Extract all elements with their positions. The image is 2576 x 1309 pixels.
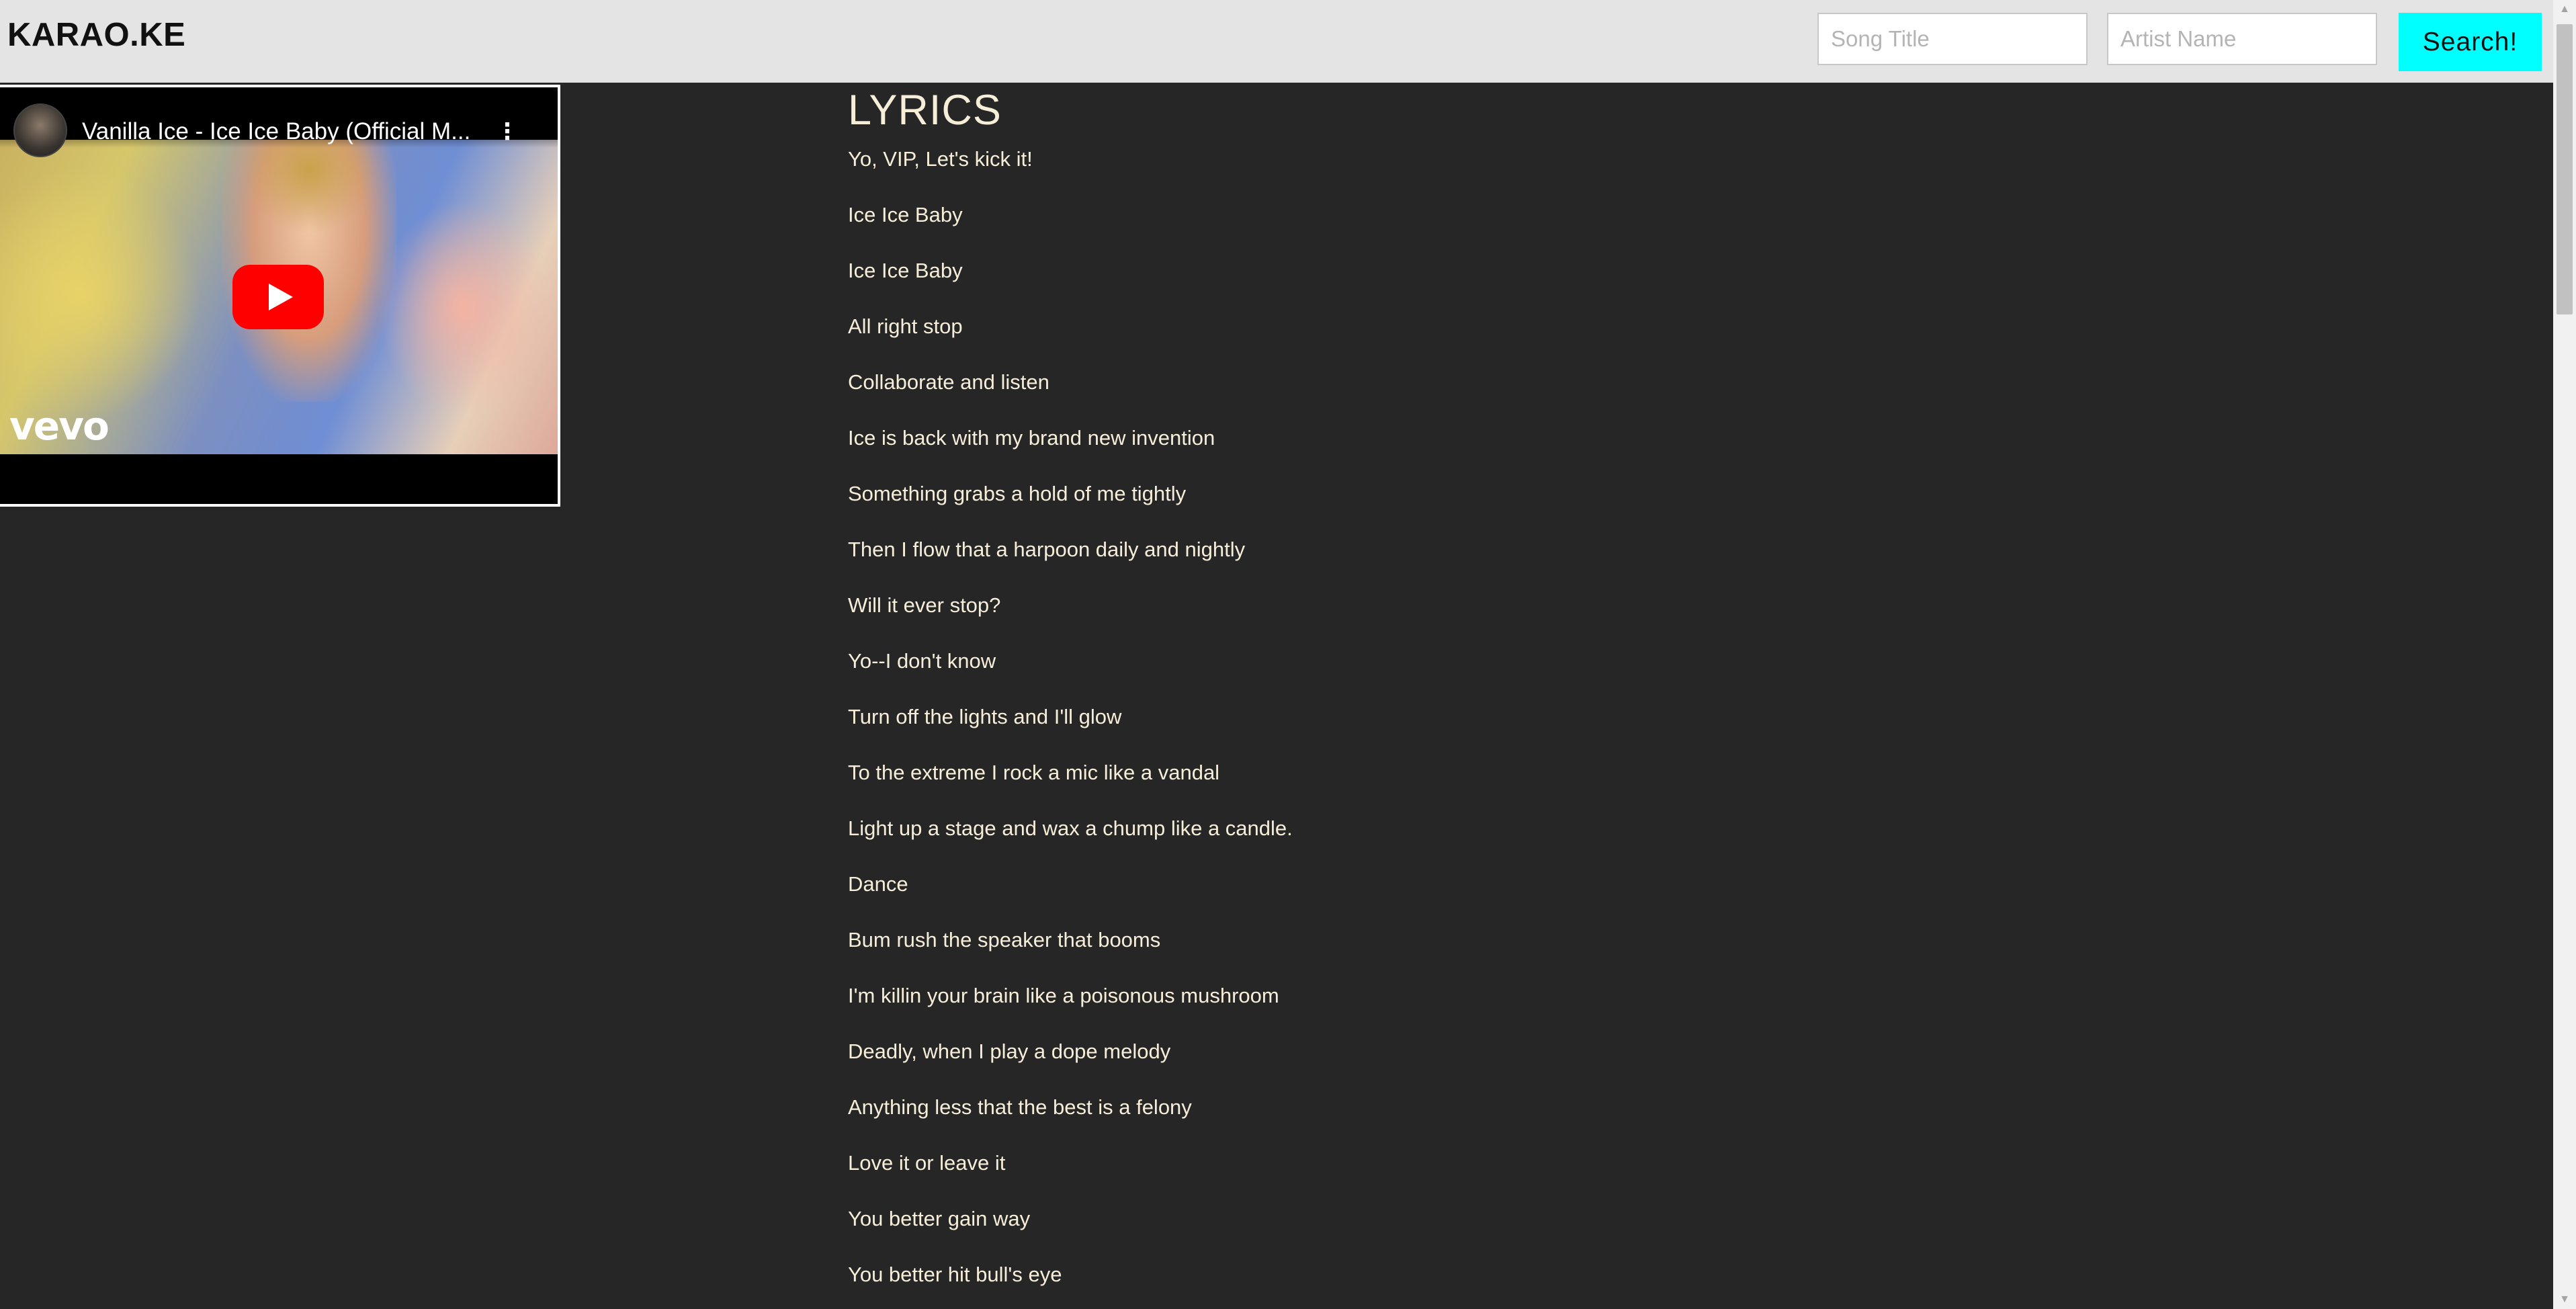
- lyric-line: I'm killin your brain like a poisonous m…: [848, 984, 1279, 1007]
- youtube-player[interactable]: Vanilla Ice - Ice Ice Baby (Official M..…: [0, 85, 560, 507]
- lyric-line: Light up a stage and wax a chump like a …: [848, 816, 1293, 840]
- lyric-line: Love it or leave it: [848, 1151, 1006, 1175]
- lyric-line: You better hit bull's eye: [848, 1263, 1062, 1286]
- lyrics-heading: LYRICS: [848, 87, 1002, 134]
- page-scrollbar[interactable]: ▲ ▼: [2553, 0, 2576, 1309]
- site-logo[interactable]: KARAO.KE: [7, 16, 185, 54]
- lyric-line: Ice Ice Baby: [848, 259, 963, 282]
- lyric-line: Will it ever stop?: [848, 593, 1001, 617]
- artist-name-input[interactable]: [2107, 13, 2377, 65]
- scroll-up-arrow-icon[interactable]: ▲: [2553, 0, 2576, 19]
- lyric-line: Anything less that the best is a felony: [848, 1095, 1192, 1119]
- lyric-line: Bum rush the speaker that booms: [848, 928, 1161, 952]
- channel-avatar[interactable]: [13, 103, 67, 157]
- lyric-line: Ice is back with my brand new invention: [848, 426, 1215, 450]
- page: KARAO.KE Search! Vanilla Ice - Ice Ice B…: [0, 0, 2576, 1309]
- song-title-input[interactable]: [1817, 13, 2088, 65]
- top-bar: KARAO.KE Search!: [0, 0, 2553, 83]
- search-button[interactable]: Search!: [2399, 13, 2542, 71]
- lyric-line: Then I flow that a harpoon daily and nig…: [848, 538, 1246, 561]
- lyric-line: Deadly, when I play a dope melody: [848, 1040, 1171, 1063]
- lyric-line: Collaborate and listen: [848, 370, 1049, 394]
- vevo-logo: vevo: [9, 403, 110, 449]
- lyric-line: Yo, VIP, Let's kick it!: [848, 147, 1033, 171]
- lyric-line: You better gain way: [848, 1207, 1031, 1230]
- scroll-down-arrow-icon[interactable]: ▼: [2553, 1290, 2576, 1309]
- lyric-line: Dance: [848, 872, 908, 896]
- lyrics-section: LYRICS Yo, VIP, Let's kick it! Ice Ice Ba…: [848, 82, 1293, 1309]
- lyric-line: To the extreme I rock a mic like a vanda…: [848, 761, 1220, 784]
- lyric-line: Ice Ice Baby: [848, 203, 963, 226]
- youtube-play-icon[interactable]: [232, 265, 324, 333]
- lyric-line: Something grabs a hold of me tightly: [848, 482, 1187, 505]
- scrollbar-thumb[interactable]: [2557, 24, 2573, 314]
- lyric-line: Yo--I don't know: [848, 649, 996, 673]
- kebab-menu-icon[interactable]: ⋮: [496, 118, 519, 145]
- lyric-line: All right stop: [848, 314, 963, 338]
- lyric-line: Turn off the lights and I'll glow: [848, 705, 1122, 728]
- lyrics-list: Yo, VIP, Let's kick it! Ice Ice Baby Ice I…: [848, 149, 1293, 1309]
- video-title[interactable]: Vanilla Ice - Ice Ice Baby (Official M..…: [82, 118, 470, 145]
- player-letterbox: [0, 454, 558, 504]
